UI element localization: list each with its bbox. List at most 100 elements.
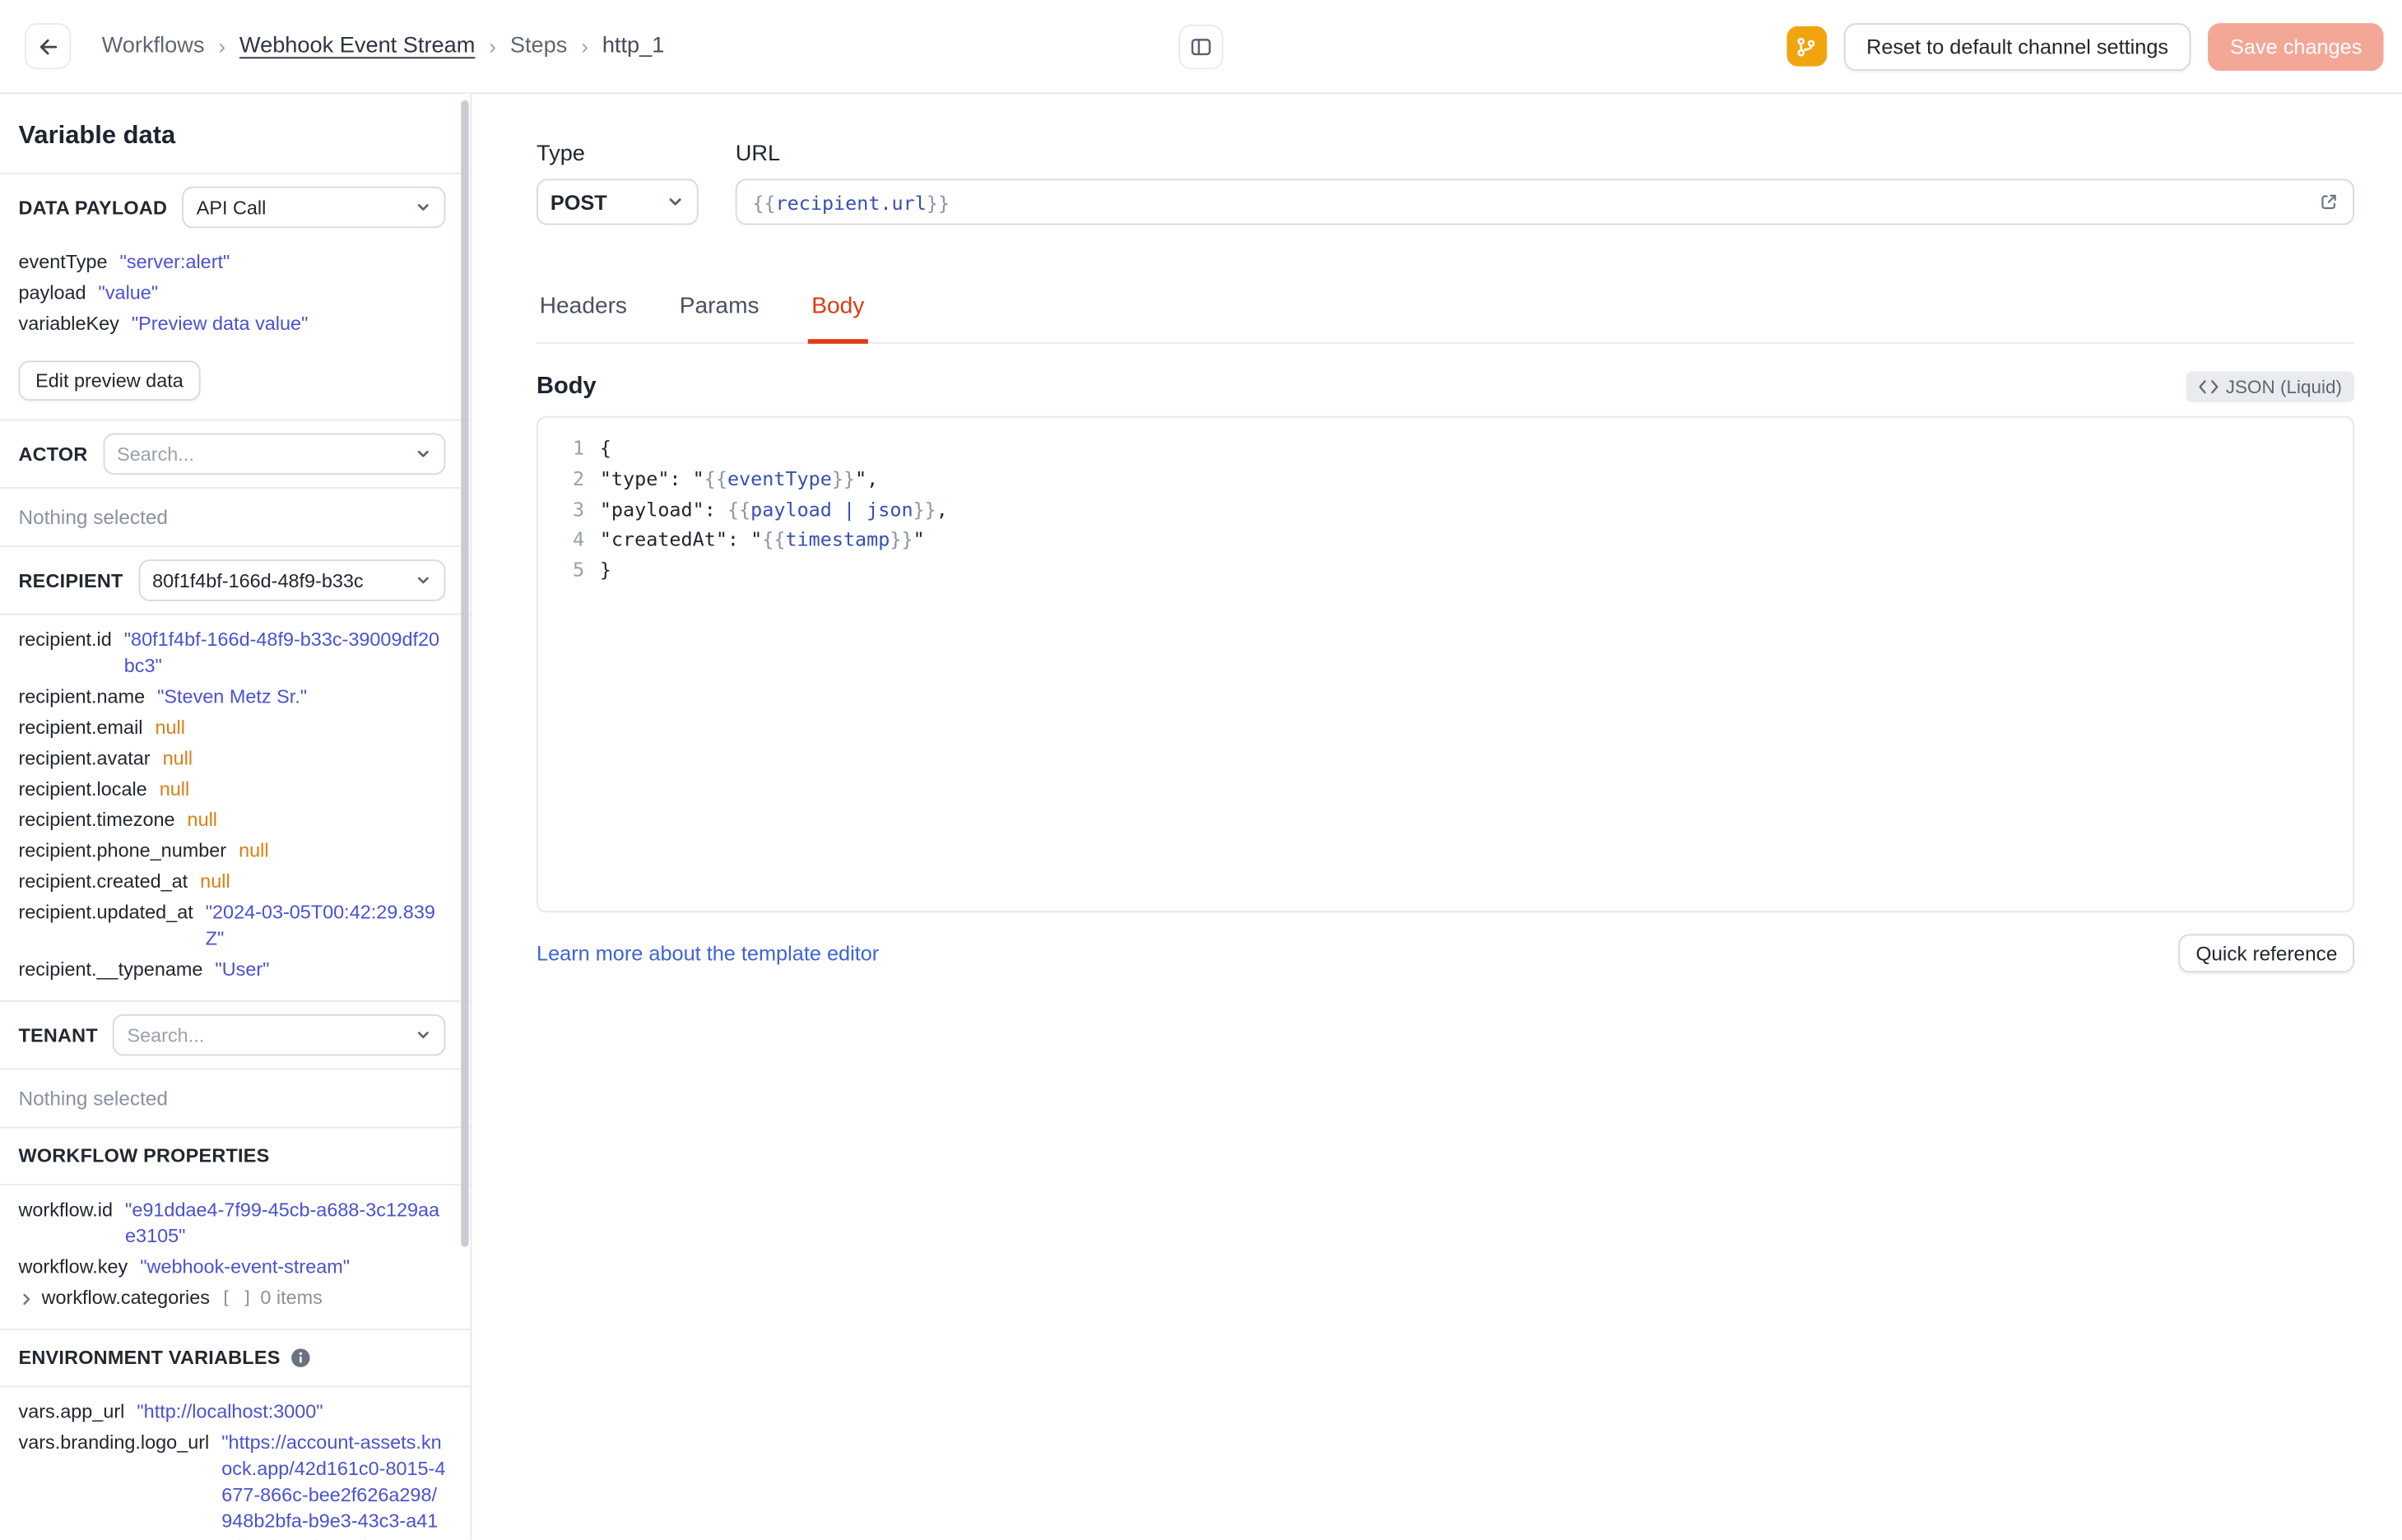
variable-row: recipient.__typename "User" bbox=[18, 958, 445, 984]
variable-key: recipient.locale bbox=[18, 778, 147, 800]
save-changes-button[interactable]: Save changes bbox=[2208, 22, 2384, 71]
topbar: Workflows › Webhook Event Stream › Steps… bbox=[0, 0, 2402, 95]
empty-array-value: [ ] bbox=[221, 1287, 253, 1309]
variable-value: "server:alert" bbox=[119, 251, 230, 273]
variable-row: vars.branding.logo_url "https://account-… bbox=[18, 1431, 445, 1540]
breadcrumb-separator-icon: › bbox=[489, 34, 496, 59]
type-label: Type bbox=[537, 141, 585, 167]
recipient-label: RECIPIENT bbox=[18, 569, 123, 591]
code-line[interactable]: 3 "payload": {{payload | json}}, bbox=[538, 494, 2353, 525]
body-code-editor[interactable]: 1{2 "type": "{{eventType}}", 3 "payload": {… bbox=[537, 415, 2354, 913]
variable-value: "http://localhost:3000" bbox=[137, 1401, 323, 1423]
variable-value: "80f1f4bf-166d-48f9-b33c-39009df20bc3" bbox=[123, 629, 440, 677]
variable-row: recipient.id "80f1f4bf-166d-48f9-b33c-39… bbox=[18, 628, 445, 680]
empty-state-text: Nothing selected bbox=[18, 505, 168, 529]
variable-value: "User" bbox=[215, 958, 270, 981]
chevron-down-icon bbox=[415, 199, 432, 216]
variable-row: payload "value" bbox=[18, 281, 445, 307]
code-text: { bbox=[599, 436, 611, 460]
info-icon[interactable] bbox=[290, 1348, 311, 1369]
variable-key: vars.app_url bbox=[18, 1401, 125, 1423]
back-button[interactable] bbox=[24, 23, 72, 70]
chevron-down-icon bbox=[415, 445, 432, 462]
item-count: 0 items bbox=[260, 1287, 323, 1309]
variable-key: variableKey bbox=[18, 313, 119, 335]
code-line[interactable]: 1{ bbox=[538, 433, 2353, 463]
body-section-header: Body JSON (Liquid) bbox=[537, 371, 2354, 403]
external-link-icon[interactable] bbox=[2319, 192, 2339, 211]
method-select[interactable]: POST bbox=[537, 179, 699, 225]
chevron-down-icon bbox=[666, 192, 684, 211]
code-text: } bbox=[599, 558, 611, 582]
variable-key: recipient.id bbox=[18, 629, 112, 651]
workflow-categories-row[interactable]: workflow.categories [ ] 0 items bbox=[18, 1286, 445, 1312]
variable-row: recipient.timezone null bbox=[18, 808, 445, 834]
variable-key: recipient.__typename bbox=[18, 958, 203, 981]
code-line[interactable]: 2 "type": "{{eventType}}", bbox=[538, 464, 2353, 494]
actor-header: ACTOR Search... bbox=[0, 419, 471, 487]
recipient-header: RECIPIENT 80f1f4bf-166d-48f9-b33c bbox=[0, 545, 471, 613]
breadcrumb-item-workflow-name[interactable]: Webhook Event Stream bbox=[239, 34, 475, 58]
tab-headers[interactable]: Headers bbox=[537, 293, 630, 344]
variable-key: workflow.id bbox=[18, 1199, 114, 1221]
tenant-search-select[interactable]: Search... bbox=[113, 1014, 446, 1056]
tenant-label: TENANT bbox=[18, 1024, 98, 1046]
url-input[interactable]: {{recipient.url}} bbox=[735, 179, 2354, 225]
chevron-right-icon[interactable] bbox=[18, 1291, 34, 1306]
variable-value: null bbox=[155, 717, 185, 739]
sidebar-panel-icon bbox=[1189, 35, 1212, 58]
actor-search-placeholder: Search... bbox=[117, 443, 194, 465]
branch-icon bbox=[1795, 35, 1818, 58]
breadcrumb-item-step-name[interactable]: http_1 bbox=[602, 34, 665, 58]
empty-state-text: Nothing selected bbox=[18, 1086, 168, 1110]
tenant-search-placeholder: Search... bbox=[127, 1024, 205, 1046]
data-payload-rows: eventType "server:alert" payload "value"… bbox=[0, 240, 470, 355]
variable-row: variableKey "Preview data value" bbox=[18, 311, 445, 337]
variable-key: payload bbox=[18, 281, 86, 304]
code-text: "payload": {{payload | json}}, bbox=[599, 497, 948, 521]
variable-row: vars.app_url "http://localhost:3000" bbox=[18, 1399, 445, 1426]
app-window: Workflows › Webhook Event Stream › Steps… bbox=[0, 0, 2402, 1540]
template-editor-docs-link[interactable]: Learn more about the template editor bbox=[537, 942, 879, 965]
breadcrumb-item-steps[interactable]: Steps bbox=[510, 34, 567, 58]
body-section-label: Body bbox=[537, 373, 597, 400]
variable-value: "value" bbox=[98, 281, 159, 304]
variable-value: null bbox=[187, 809, 218, 831]
variable-row: recipient.locale null bbox=[18, 777, 445, 803]
variable-key: recipient.phone_number bbox=[18, 840, 227, 862]
tab-body[interactable]: Body bbox=[808, 293, 868, 344]
reset-channel-settings-button[interactable]: Reset to default channel settings bbox=[1842, 22, 2192, 71]
code-line[interactable]: 5} bbox=[538, 555, 2353, 586]
variable-key: recipient.created_at bbox=[18, 870, 188, 893]
variable-row: recipient.avatar null bbox=[18, 746, 445, 772]
code-line[interactable]: 4 "createdAt": "{{timestamp}}" bbox=[538, 525, 2353, 555]
variable-row: recipient.created_at null bbox=[18, 870, 445, 896]
variable-row: workflow.key "webhook-event-stream" bbox=[18, 1255, 445, 1281]
line-number: 1 bbox=[572, 436, 585, 460]
environment-variables-label: ENVIRONMENT VARIABLES bbox=[18, 1347, 281, 1369]
url-field: URL {{recipient.url}} bbox=[735, 141, 2354, 225]
variable-value: "Steven Metz Sr." bbox=[157, 685, 308, 707]
url-value: {{recipient.url}} bbox=[752, 190, 950, 214]
commit-status-button[interactable] bbox=[1786, 26, 1827, 67]
environment-variables-rows: vars.app_url "http://localhost:3000" var… bbox=[0, 1385, 471, 1540]
toggle-sidebar-button[interactable] bbox=[1178, 24, 1224, 69]
breadcrumb-separator-icon: › bbox=[218, 34, 226, 59]
variable-key: workflow.categories bbox=[41, 1287, 210, 1309]
method-field: Type POST bbox=[537, 141, 699, 225]
variable-key: vars.branding.logo_url bbox=[18, 1431, 210, 1454]
code-icon bbox=[2198, 379, 2218, 395]
data-payload-select[interactable]: API Call bbox=[182, 186, 446, 229]
quick-reference-button[interactable]: Quick reference bbox=[2178, 934, 2354, 973]
line-number: 3 bbox=[572, 497, 585, 521]
edit-preview-data-button[interactable]: Edit preview data bbox=[18, 360, 201, 401]
line-number: 2 bbox=[572, 466, 585, 490]
actor-search-select[interactable]: Search... bbox=[103, 433, 446, 475]
sidebar-scrollbar[interactable] bbox=[461, 100, 469, 1247]
breadcrumb-item-workflows[interactable]: Workflows bbox=[102, 34, 205, 58]
tab-params[interactable]: Params bbox=[676, 293, 762, 344]
method-selected-value: POST bbox=[550, 190, 607, 214]
recipient-select[interactable]: 80f1f4bf-166d-48f9-b33c bbox=[138, 559, 446, 601]
recipient-selected-value: 80f1f4bf-166d-48f9-b33c bbox=[152, 569, 364, 591]
recipient-rows: recipient.id "80f1f4bf-166d-48f9-b33c-39… bbox=[0, 613, 471, 1000]
